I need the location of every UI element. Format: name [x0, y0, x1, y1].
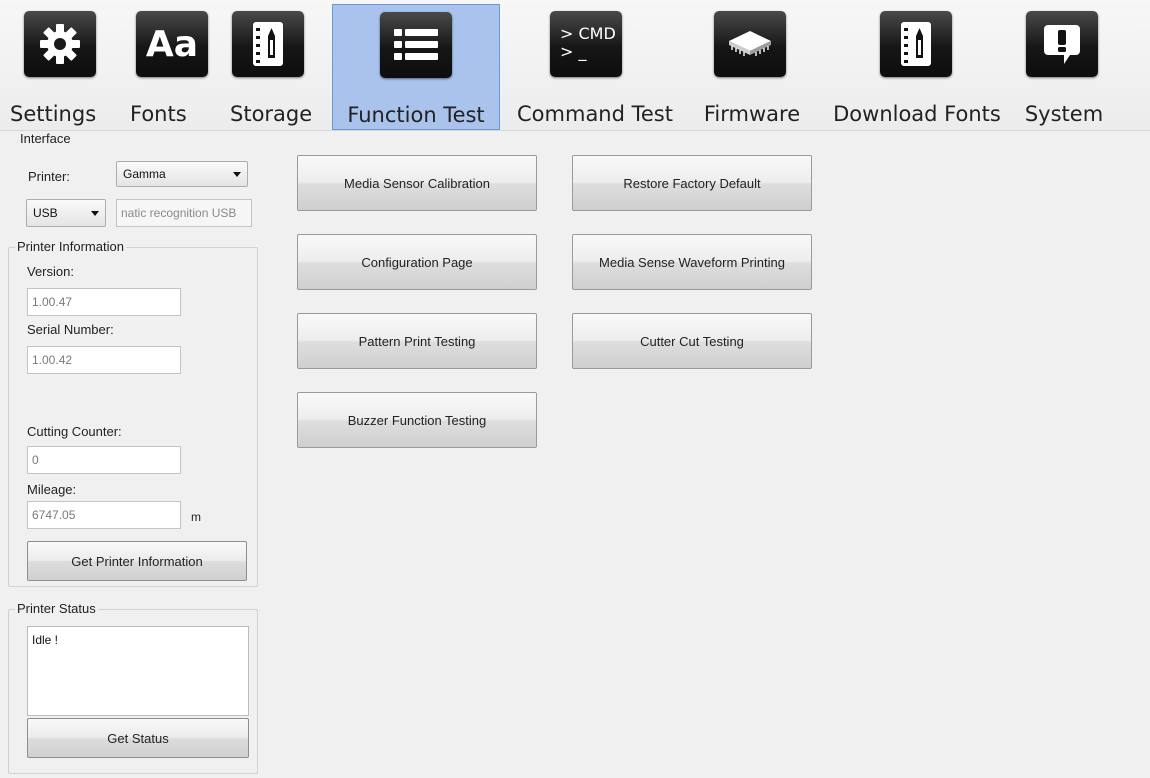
- main-toolbar: Settings Aa Fonts Storage Function Test …: [0, 0, 1150, 131]
- tab-command-test-label: Command Test: [517, 102, 673, 126]
- printer-status-group: Printer Status Idle ! Get Status: [8, 601, 258, 774]
- cutting-counter-field[interactable]: 0: [27, 446, 181, 474]
- tab-function-test-label: Function Test: [347, 103, 485, 127]
- gear-icon: [24, 11, 96, 77]
- tab-firmware-label: Firmware: [703, 102, 801, 126]
- tab-function-test[interactable]: Function Test: [332, 4, 500, 130]
- printer-status-title: Printer Status: [15, 601, 98, 616]
- mileage-field[interactable]: 6747.05: [27, 501, 181, 529]
- port-info-field[interactable]: natic recognition USB: [116, 199, 252, 227]
- mileage-label: Mileage:: [27, 482, 77, 497]
- tab-fonts[interactable]: Aa Fonts: [128, 4, 218, 130]
- tab-fonts-label: Fonts: [130, 102, 187, 126]
- restore-factory-default-button[interactable]: Restore Factory Default: [572, 155, 812, 211]
- buzzer-function-testing-button[interactable]: Buzzer Function Testing: [297, 392, 537, 448]
- notebook-icon: [880, 11, 952, 77]
- tab-system-label: System: [1024, 102, 1104, 126]
- tab-download-fonts-label: Download Fonts: [833, 102, 1001, 126]
- tab-system[interactable]: System: [1018, 4, 1110, 130]
- cutter-cut-testing-button[interactable]: Cutter Cut Testing: [572, 313, 812, 369]
- terminal-icon: > CMD > _: [550, 11, 622, 77]
- notebook-icon: [232, 11, 304, 77]
- printer-label: Printer:: [28, 169, 70, 184]
- media-sensor-calibration-button[interactable]: Media Sensor Calibration: [297, 155, 537, 211]
- interface-group: Interface Printer: Gamma USB natic recog…: [8, 131, 258, 227]
- tab-settings[interactable]: Settings: [10, 4, 110, 130]
- left-panel: Interface Printer: Gamma USB natic recog…: [0, 131, 264, 778]
- cutting-counter-label: Cutting Counter:: [27, 424, 122, 439]
- chevron-down-icon: [233, 172, 241, 177]
- printer-select-value: Gamma: [123, 167, 166, 181]
- terminal-icon-line2: > _: [560, 42, 587, 61]
- tab-command-test[interactable]: > CMD > _ Command Test: [512, 4, 678, 130]
- status-text-area[interactable]: Idle !: [27, 626, 249, 716]
- tab-storage[interactable]: Storage: [230, 4, 322, 130]
- serial-number-label: Serial Number:: [27, 322, 114, 337]
- terminal-icon-line1: > CMD: [560, 24, 616, 43]
- port-select[interactable]: USB: [26, 199, 106, 227]
- version-field[interactable]: 1.00.47: [27, 288, 181, 316]
- media-sense-waveform-printing-button[interactable]: Media Sense Waveform Printing: [572, 234, 812, 290]
- serial-number-field[interactable]: 1.00.42: [27, 346, 181, 374]
- list-icon: [380, 12, 452, 78]
- alert-bubble-icon: [1026, 11, 1098, 77]
- pattern-print-testing-button[interactable]: Pattern Print Testing: [297, 313, 537, 369]
- tab-settings-label: Settings: [10, 102, 97, 126]
- printer-select[interactable]: Gamma: [116, 161, 248, 187]
- tab-storage-label: Storage: [230, 102, 313, 126]
- printer-information-title: Printer Information: [15, 239, 126, 254]
- interface-title: Interface: [20, 131, 71, 146]
- tab-firmware[interactable]: Firmware: [700, 4, 804, 130]
- mileage-unit: m: [191, 510, 201, 524]
- tab-download-fonts[interactable]: Download Fonts: [828, 4, 1006, 130]
- chevron-down-icon: [91, 211, 99, 216]
- printer-information-group: Printer Information Version: 1.00.47 Ser…: [8, 239, 258, 587]
- version-label: Version:: [27, 264, 74, 279]
- port-select-value: USB: [33, 206, 58, 220]
- get-status-button[interactable]: Get Status: [27, 718, 249, 758]
- fonts-icon: Aa: [136, 11, 208, 77]
- configuration-page-button[interactable]: Configuration Page: [297, 234, 537, 290]
- get-printer-information-button[interactable]: Get Printer Information: [27, 541, 247, 581]
- chip-icon: [714, 11, 786, 77]
- fonts-icon-text: Aa: [145, 23, 199, 65]
